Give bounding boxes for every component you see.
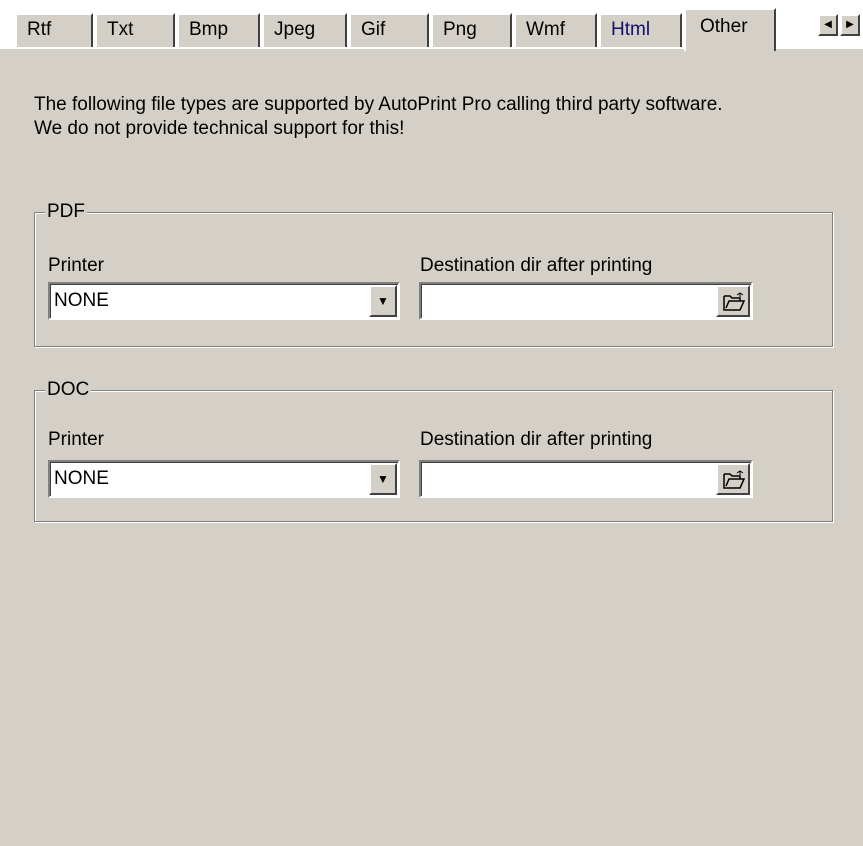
arrow-left-icon: ◀ — [824, 19, 832, 30]
intro-line-2: We do not provide technical support for … — [34, 118, 405, 139]
chevron-down-icon: ▼ — [377, 472, 389, 486]
tab-scroll-left-button[interactable]: ◀ — [818, 14, 838, 36]
folder-open-icon — [723, 470, 745, 489]
doc-dest-label: Destination dir after printing — [420, 429, 653, 450]
tab-txt[interactable]: Txt — [95, 13, 175, 47]
pdf-dest-label: Destination dir after printing — [420, 255, 653, 276]
pdf-browse-button[interactable] — [716, 285, 750, 317]
doc-printer-label: Printer — [48, 429, 104, 450]
tab-panel-other: The following file types are supported b… — [0, 49, 863, 846]
pdf-printer-value: NONE — [54, 290, 109, 311]
tab-gif[interactable]: Gif — [349, 13, 429, 47]
chevron-down-icon: ▼ — [377, 294, 389, 308]
doc-printer-select[interactable]: NONE ▼ — [48, 460, 400, 498]
doc-group-title: DOC — [45, 378, 92, 402]
folder-open-icon — [723, 292, 745, 311]
tab-png[interactable]: Png — [431, 13, 512, 47]
tab-other[interactable]: Other — [684, 8, 776, 51]
pdf-group-title: PDF — [45, 200, 87, 224]
arrow-right-icon: ▶ — [846, 19, 854, 30]
tab-html[interactable]: Html — [599, 13, 682, 47]
doc-printer-value: NONE — [54, 468, 109, 489]
tab-scroll-right-button[interactable]: ▶ — [840, 14, 860, 36]
tab-wmf[interactable]: Wmf — [514, 13, 597, 47]
pdf-dest-input[interactable] — [419, 282, 753, 320]
intro-text: The following file types are supported b… — [34, 93, 723, 141]
doc-printer-dropdown-button[interactable]: ▼ — [369, 463, 397, 495]
doc-dest-input[interactable] — [419, 460, 753, 498]
tab-rtf[interactable]: Rtf — [15, 13, 93, 47]
pdf-printer-label: Printer — [48, 255, 104, 276]
tab-jpeg[interactable]: Jpeg — [262, 13, 347, 47]
tab-strip: Rtf Txt Bmp Jpeg Gif Png Wmf Html Other … — [0, 0, 863, 51]
doc-group: DOC Printer NONE ▼ Destination dir after… — [34, 378, 833, 522]
pdf-printer-dropdown-button[interactable]: ▼ — [369, 285, 397, 317]
intro-line-1: The following file types are supported b… — [34, 94, 723, 115]
pdf-printer-select[interactable]: NONE ▼ — [48, 282, 400, 320]
doc-browse-button[interactable] — [716, 463, 750, 495]
tab-bmp[interactable]: Bmp — [177, 13, 260, 47]
pdf-group: PDF Printer NONE ▼ Destination dir after… — [34, 200, 833, 347]
